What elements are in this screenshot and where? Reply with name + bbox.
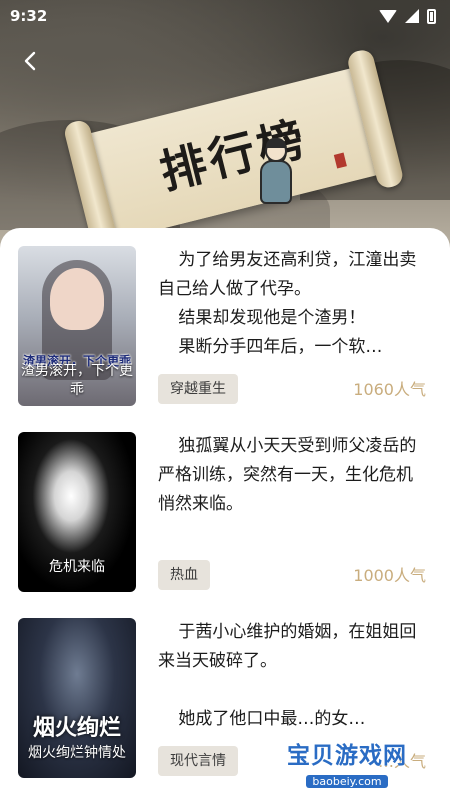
signal-icon xyxy=(405,9,419,23)
boy-illustration xyxy=(256,138,296,210)
wifi-icon xyxy=(379,9,397,23)
boy-hair xyxy=(266,138,286,148)
book-item[interactable]: 渣男滚开，下个更乖 渣男滚开，下个更乖 为了给男友还高利贷，江潼出卖自己给人做了… xyxy=(18,246,438,406)
genre-tag[interactable]: 热血 xyxy=(158,560,210,590)
boy-body xyxy=(260,160,292,204)
book-cover[interactable]: 烟火绚烂 烟火绚烂钟情处 xyxy=(18,618,136,778)
back-button[interactable] xyxy=(14,44,48,78)
book-cover[interactable]: 危机来临 xyxy=(18,432,136,592)
description-line: 她成了他口中最…的女… xyxy=(178,709,366,729)
header-banner: 9:32 排行榜 xyxy=(0,0,450,250)
status-time: 9:32 xyxy=(10,7,48,25)
popularity-count: 1000人气 xyxy=(353,566,426,585)
cover-caption: 危机来临 xyxy=(49,559,105,575)
cover-illustration xyxy=(50,268,104,330)
genre-tag[interactable]: 穿越重生 xyxy=(158,374,238,404)
description-gap xyxy=(158,676,428,705)
site-watermark: 宝贝游戏网 baobeiy.com xyxy=(272,736,422,788)
genre-tag[interactable]: 现代言情 xyxy=(158,746,238,776)
status-icons xyxy=(379,8,436,24)
popularity-count: 1060人气 xyxy=(353,380,426,399)
battery-icon xyxy=(427,8,436,24)
ranking-list: 渣男滚开，下个更乖 渣男滚开，下个更乖 为了给男友还高利贷，江潼出卖自己给人做了… xyxy=(0,228,450,800)
description-line: 果断分手四年后，一个软… xyxy=(178,337,383,357)
book-item[interactable]: 危机来临 独孤翼从小天天受到师父凌岳的严格训练，突然有一天，生化危机悄然来临。 … xyxy=(18,432,438,592)
book-cover[interactable]: 渣男滚开，下个更乖 渣男滚开，下个更乖 xyxy=(18,246,136,406)
watermark-url: baobeiy.com xyxy=(306,775,388,788)
title-scroll: 排行榜 xyxy=(43,0,410,250)
book-description: 于茜小心维护的婚姻，在姐姐回来当天破碎了。 她成了他口中最…的女… xyxy=(158,618,428,734)
description-line: 为了给男友还高利贷，江潼出卖自己给人做了代孕。 xyxy=(158,250,417,299)
book-description: 独孤翼从小天天受到师父凌岳的严格训练，突然有一天，生化危机悄然来临。 xyxy=(158,432,428,519)
watermark-text: 宝贝游戏网 xyxy=(287,743,407,769)
description-line: 于茜小心维护的婚姻，在姐姐回来当天破碎了。 xyxy=(158,622,417,671)
back-arrow-icon xyxy=(24,51,36,71)
status-bar: 9:32 xyxy=(0,0,450,32)
cover-caption: 渣男滚开，下个更乖 xyxy=(21,363,133,398)
cover-art-title: 烟火绚烂 xyxy=(32,715,121,741)
description-line: 独孤翼从小天天受到师父凌岳的严格训练，突然有一天，生化危机悄然来临。 xyxy=(158,436,417,514)
description-line: 结果却发现他是个渣男！ xyxy=(178,308,366,328)
book-description: 为了给男友还高利贷，江潼出卖自己给人做了代孕。 结果却发现他是个渣男！ 果断分手… xyxy=(158,246,428,362)
cover-caption: 烟火绚烂钟情处 xyxy=(28,745,126,761)
